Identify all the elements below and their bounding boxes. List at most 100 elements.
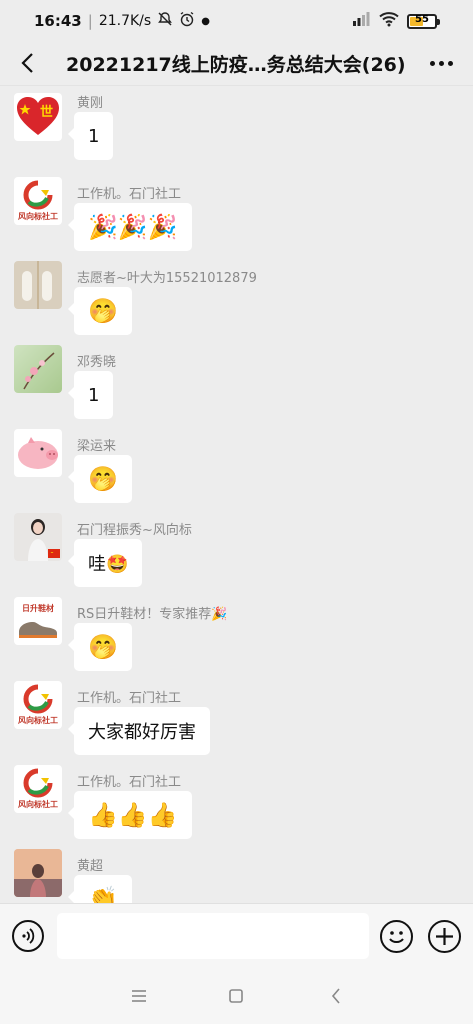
message-text: 哇🤩 (88, 554, 129, 575)
chat-title: 20221217线上防疫…务总结大会(26) (66, 54, 406, 76)
message-list[interactable]: 世 黄刚 1 风向标社工 工作机。石门社工 🎉🎉🎉 志愿者~叶大为1552101… (0, 87, 473, 903)
avatar[interactable] (14, 849, 62, 897)
more-dot-icon (447, 60, 453, 66)
battery-icon: 55 (407, 13, 440, 29)
sender-name: 工作机。石门社工 (77, 775, 182, 790)
plus-icon (436, 928, 453, 945)
sender-name: 工作机。石门社工 (77, 187, 182, 202)
voice-wave-icon (22, 928, 35, 944)
home-square-icon (229, 989, 243, 1003)
message-bubble[interactable]: 🤭 (68, 287, 132, 335)
alarm-icon (179, 11, 195, 31)
status-time: 16:43 (34, 12, 82, 30)
message-emoji: 🤭 (88, 633, 118, 661)
flower-photo-icon (23, 352, 55, 390)
girl-photo-icon (14, 513, 62, 561)
message-item: 黄超 👏 (0, 849, 473, 903)
battery-percent: 55 (415, 13, 429, 25)
avatar[interactable]: 风向标社工 (14, 681, 62, 729)
pig-icon (18, 437, 58, 469)
message-text: 1 (88, 125, 100, 147)
message-item: 风向标社工 工作机。石门社工 大家都好厉害 (0, 681, 473, 765)
more-functions-button[interactable] (428, 920, 461, 953)
avatar-caption: 风向标社工 (18, 716, 58, 725)
message-item: 志愿者~叶大为15521012879 🤭 (0, 261, 473, 345)
message-text: 大家都好厉害 (88, 722, 196, 743)
avatar[interactable]: 世 (14, 93, 62, 141)
avatar-caption: 风向标社工 (18, 800, 58, 809)
message-item: 日升鞋材 RS日升鞋材！专家推荐🎉 🤭 (0, 597, 473, 681)
avatar[interactable]: 风向标社工 (14, 177, 62, 225)
status-bar: 16:43 | 21.7K/s ● 55 (0, 0, 473, 40)
menu-nav-button[interactable] (125, 983, 153, 1009)
back-button[interactable] (10, 46, 44, 80)
more-dot-icon (438, 60, 444, 66)
message-bubble[interactable]: 🎉🎉🎉 (68, 203, 192, 251)
avatar-caption: 日升鞋材 (22, 603, 54, 613)
message-bubble[interactable]: 🤭 (68, 455, 132, 503)
message-input[interactable] (57, 913, 369, 959)
status-separator: | (87, 12, 93, 30)
status-left: 16:43 | 21.7K/s ● (34, 11, 210, 31)
system-nav-bar (0, 967, 473, 1024)
avatar[interactable] (14, 261, 62, 309)
message-text: 1 (88, 384, 100, 406)
message-emoji: 👍👍👍 (88, 801, 178, 829)
input-bar (0, 903, 473, 967)
message-item: 风向标社工 工作机。石门社工 🎉🎉🎉 (0, 177, 473, 261)
sender-name: RS日升鞋材！专家推荐🎉 (77, 607, 228, 622)
message-item: 风向标社工 工作机。石门社工 👍👍👍 (0, 765, 473, 849)
fengxiangbiao-logo-icon (23, 768, 53, 798)
notification-dot-icon: ● (201, 15, 210, 27)
avatar[interactable] (14, 429, 62, 477)
more-options-button[interactable] (423, 46, 459, 80)
back-triangle-icon (331, 988, 340, 1004)
avatar[interactable]: 风向标社工 (14, 765, 62, 813)
chat-header: 20221217线上防疫…务总结大会(26) (0, 40, 473, 86)
sender-name: 志愿者~叶大为15521012879 (77, 271, 257, 286)
back-nav-button[interactable] (322, 983, 350, 1009)
fengxiangbiao-logo-icon (23, 180, 53, 210)
message-bubble[interactable]: 👏 (68, 875, 132, 903)
message-emoji: 🤭 (88, 297, 118, 325)
shoe-product-icon (19, 621, 57, 638)
message-item: 石门程振秀~风向标 哇🤩 (0, 513, 473, 597)
message-bubble[interactable]: 🤭 (68, 623, 132, 671)
message-item: 梁运来 🤭 (0, 429, 473, 513)
back-arrow-icon (21, 53, 33, 73)
more-dot-icon (429, 60, 435, 66)
avatar[interactable] (14, 345, 62, 393)
message-emoji: 🤭 (88, 465, 118, 493)
sender-name: 黄超 (77, 859, 104, 874)
heart-avatar-icon: 世 (17, 97, 59, 135)
shoes-photo-icon (22, 261, 52, 309)
message-bubble[interactable]: 大家都好厉害 (68, 707, 210, 755)
sky-photo-icon (14, 849, 62, 897)
menu-icon (132, 990, 146, 1002)
sender-name: 石门程振秀~风向标 (77, 523, 192, 538)
wifi-icon (379, 11, 399, 31)
avatar[interactable] (14, 513, 62, 561)
svg-text:世: 世 (40, 104, 53, 120)
bell-off-icon (157, 11, 173, 31)
sender-name: 梁运来 (77, 439, 117, 454)
home-nav-button[interactable] (222, 983, 250, 1009)
message-emoji: 🎉🎉🎉 (88, 213, 178, 241)
message-bubble[interactable]: 1 (67, 371, 114, 419)
message-bubble[interactable]: 👍👍👍 (68, 791, 192, 839)
cellular-signal-icon (351, 11, 371, 31)
sender-name: 邓秀晓 (77, 355, 117, 370)
network-speed: 21.7K/s (98, 13, 152, 29)
message-emoji: 👏 (88, 885, 118, 903)
message-bubble[interactable]: 1 (67, 112, 114, 160)
message-item: 世 黄刚 1 (0, 93, 473, 177)
avatar-caption: 风向标社工 (18, 212, 58, 221)
emoji-button[interactable] (380, 920, 413, 953)
status-right: 55 (351, 11, 440, 31)
sender-name: 黄刚 (77, 96, 104, 111)
voice-button[interactable] (12, 920, 44, 952)
message-item: 邓秀晓 1 (0, 345, 473, 429)
message-bubble[interactable]: 哇🤩 (67, 539, 143, 587)
avatar[interactable]: 日升鞋材 (14, 597, 62, 645)
fengxiangbiao-logo-icon (23, 684, 53, 714)
